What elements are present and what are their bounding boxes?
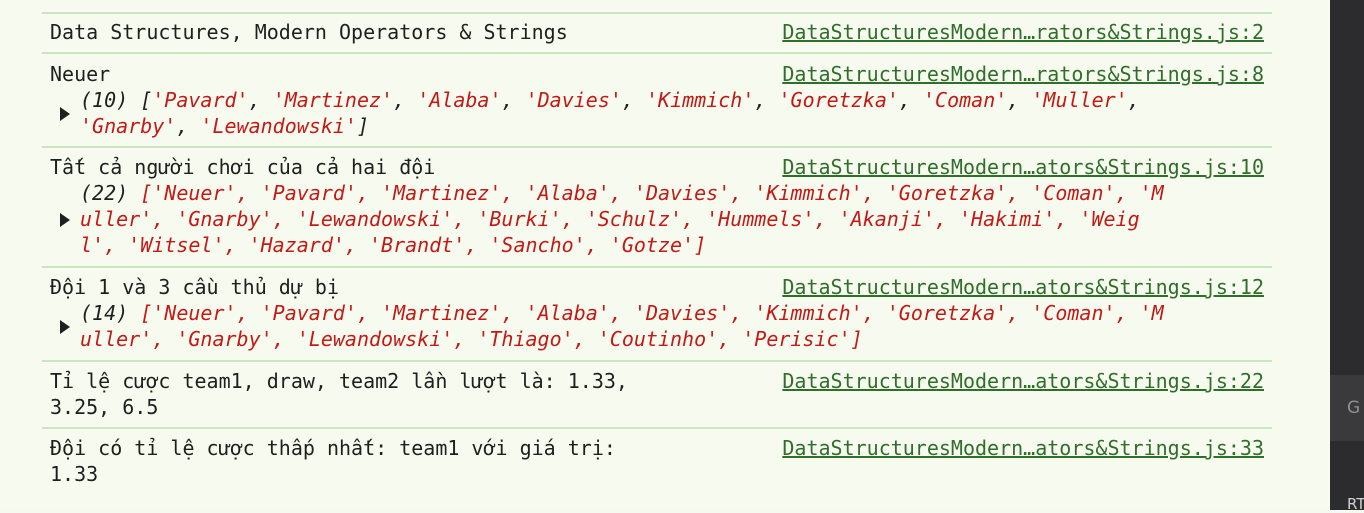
- array-preview[interactable]: (10) ['Pavard', 'Martinez', 'Alaba', 'Da…: [80, 87, 1140, 139]
- array-line: uller', 'Gnarby', 'Lewandowski', 'Burki'…: [80, 207, 1140, 231]
- message-text: Neuer: [50, 62, 111, 86]
- source-link[interactable]: DataStructuresModern…rators&Strings.js:2: [782, 19, 1264, 45]
- message-line: Đội có tỉ lệ cược thấp nhất: team1 với g…: [50, 436, 616, 460]
- array-line: uller', 'Gnarby', 'Lewandowski', 'Thiago…: [80, 327, 863, 351]
- array-item: 'Pavard': [152, 88, 249, 112]
- console-message: Data Structures, Modern Operators & Stri…: [42, 14, 1272, 54]
- expand-triangle-icon[interactable]: [60, 107, 70, 121]
- array-line: ['Neuer', 'Pavard', 'Martinez', 'Alaba',…: [140, 301, 1164, 325]
- array-item: 'Coman': [923, 88, 1008, 112]
- array-preview[interactable]: (14) ['Neuer', 'Pavard', 'Martinez', 'Al…: [80, 300, 1164, 352]
- array-item: 'Gnarby': [80, 114, 177, 138]
- message-text: Tất cả người chơi của cả hai đội: [50, 155, 436, 179]
- array-count: (22): [80, 181, 129, 205]
- array-item: 'Alaba': [417, 88, 502, 112]
- array-line: l', 'Witsel', 'Hazard', 'Brandt', 'Sanch…: [80, 233, 707, 257]
- source-link[interactable]: DataStructuresModern…ators&Strings.js:12: [782, 274, 1264, 300]
- array-item: 'Muller': [1031, 88, 1128, 112]
- source-link[interactable]: DataStructuresModern…rators&Strings.js:8: [782, 61, 1264, 87]
- console-message: Đội 1 và 3 cầu thủ dự bị DataStructuresM…: [42, 268, 1272, 362]
- console-message: Neuer DataStructuresModern…rators&String…: [42, 54, 1272, 148]
- source-link[interactable]: DataStructuresModern…ators&Strings.js:10: [782, 154, 1264, 180]
- expand-triangle-icon[interactable]: [60, 213, 70, 227]
- message-line: 3.25, 6.5: [50, 395, 159, 419]
- array-count: (14): [80, 301, 129, 325]
- source-link[interactable]: DataStructuresModern…ators&Strings.js:33: [782, 435, 1264, 461]
- console-message: Đội có tỉ lệ cược thấp nhất: team1 với g…: [42, 429, 1272, 495]
- array-item: 'Kimmich': [646, 88, 755, 112]
- array-preview[interactable]: (22) ['Neuer', 'Pavard', 'Martinez', 'Al…: [80, 180, 1164, 258]
- side-panel-label: RT: [1347, 495, 1364, 513]
- message-text: Data Structures, Modern Operators & Stri…: [50, 20, 568, 44]
- expand-triangle-icon[interactable]: [60, 320, 70, 334]
- message-line: Tỉ lệ cược team1, draw, team2 lần lượt l…: [50, 369, 628, 393]
- console-message: Tỉ lệ cược team1, draw, team2 lần lượt l…: [42, 362, 1272, 429]
- console-panel: Data Structures, Modern Operators & Stri…: [0, 0, 1330, 510]
- array-item: 'Goretzka': [778, 88, 899, 112]
- message-line: 1.33: [50, 462, 99, 486]
- message-text: Tỉ lệ cược team1, draw, team2 lần lượt l…: [50, 368, 628, 420]
- console-message: Tất cả người chơi của cả hai đội DataStr…: [42, 148, 1272, 268]
- message-text: Đội 1 và 3 cầu thủ dự bị: [50, 275, 339, 299]
- source-link[interactable]: DataStructuresModern…ators&Strings.js:22: [782, 368, 1264, 394]
- side-panel-label: G G: [1347, 398, 1364, 418]
- array-item: 'Lewandowski': [200, 114, 357, 138]
- message-text: Đội có tỉ lệ cược thấp nhất: team1 với g…: [50, 435, 616, 487]
- array-line: ['Neuer', 'Pavard', 'Martinez', 'Alaba',…: [140, 181, 1164, 205]
- array-item: 'Martinez': [272, 88, 394, 112]
- array-item: 'Davies': [525, 88, 622, 112]
- array-count: (10): [80, 88, 129, 112]
